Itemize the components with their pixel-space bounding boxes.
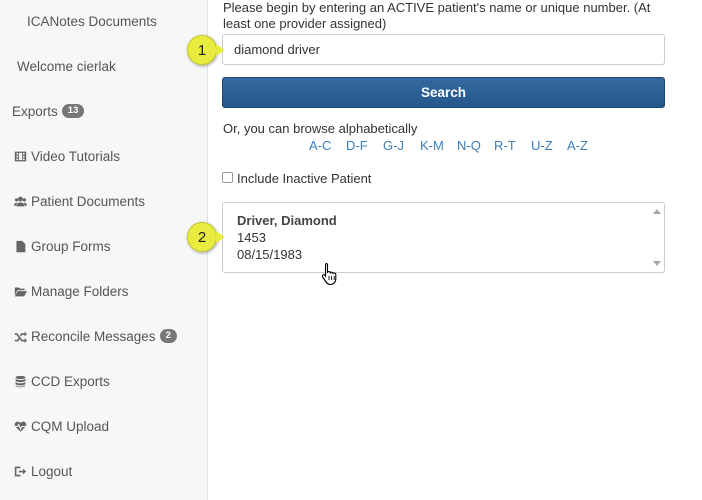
sidebar-item-label: CCD Exports <box>31 373 110 389</box>
search-instructions: Please begin by entering an ACTIVE patie… <box>223 0 651 31</box>
browse-link-g-j[interactable]: G-J <box>383 138 404 153</box>
sidebar-item-icanotes-documents[interactable]: ICANotes Documents <box>27 10 157 32</box>
database-icon <box>12 373 28 389</box>
sidebar-item-label: Reconcile Messages <box>31 328 156 344</box>
reconcile-count-badge: 2 <box>159 329 177 343</box>
exports-count-badge: 13 <box>61 104 85 118</box>
sidebar-item-ccd-exports[interactable]: CCD Exports <box>12 370 110 392</box>
browse-link-u-z[interactable]: U-Z <box>531 138 553 153</box>
browse-link-n-q[interactable]: N-Q <box>457 138 481 153</box>
sidebar-item-patient-documents[interactable]: Patient Documents <box>12 190 145 212</box>
sidebar-item-label: Video Tutorials <box>31 148 121 164</box>
sign-out-icon <box>12 463 28 479</box>
browse-link-a-c[interactable]: A-C <box>309 138 331 153</box>
sidebar-item-label: CQM Upload <box>31 418 110 434</box>
sidebar-item-label: Manage Folders <box>31 283 129 299</box>
include-inactive-option[interactable]: Include Inactive Patient <box>222 171 371 186</box>
search-results-list[interactable]: Driver, Diamond 1453 08/15/1983 <box>222 202 665 273</box>
sidebar-item-exports[interactable]: Exports 13 <box>12 100 85 122</box>
heartbeat-icon <box>12 418 28 434</box>
sidebar-item-label: Logout <box>31 463 73 479</box>
patient-search-input[interactable] <box>222 34 665 65</box>
browse-alphabetically-text: Or, you can browse alphabetically <box>223 121 418 136</box>
step-1-callout: 1 <box>187 35 217 65</box>
browse-link-d-f[interactable]: D-F <box>346 138 368 153</box>
include-inactive-checkbox[interactable] <box>222 172 233 183</box>
file-icon <box>12 238 28 254</box>
include-inactive-label: Include Inactive Patient <box>237 171 372 186</box>
scroll-up-arrow-icon[interactable] <box>653 209 661 214</box>
patient-dob: 08/15/1983 <box>237 247 303 262</box>
sidebar: ICANotes Documents Welcome cierlak Expor… <box>0 0 208 500</box>
patient-result-item[interactable]: Driver, Diamond 1453 08/15/1983 <box>237 212 337 263</box>
search-button[interactable]: Search <box>222 77 665 108</box>
sidebar-item-video-tutorials[interactable]: Video Tutorials <box>12 145 120 167</box>
sidebar-item-label: Exports <box>12 103 58 119</box>
browse-link-r-t[interactable]: R-T <box>494 138 516 153</box>
folder-open-icon <box>12 283 28 299</box>
step-2-callout-pointer <box>216 231 225 243</box>
shuffle-icon <box>12 328 28 344</box>
sidebar-item-group-forms[interactable]: Group Forms <box>12 235 111 257</box>
step-2-callout: 2 <box>187 222 217 252</box>
main-panel: Please begin by entering an ACTIVE patie… <box>209 0 702 500</box>
scroll-down-arrow-icon[interactable] <box>653 261 661 266</box>
step-1-callout-pointer <box>216 44 225 56</box>
patient-name: Driver, Diamond <box>237 213 337 228</box>
sidebar-item-cqm-upload[interactable]: CQM Upload <box>12 415 109 437</box>
sidebar-item-label: Welcome cierlak <box>17 58 116 74</box>
sidebar-item-welcome: Welcome cierlak <box>17 55 116 77</box>
browse-link-k-m[interactable]: K-M <box>420 138 444 153</box>
sidebar-item-reconcile-messages[interactable]: Reconcile Messages 2 <box>12 325 177 347</box>
sidebar-item-label: Group Forms <box>31 238 111 254</box>
sidebar-item-manage-folders[interactable]: Manage Folders <box>12 280 129 302</box>
film-icon <box>12 148 28 164</box>
sidebar-item-logout[interactable]: Logout <box>12 460 72 482</box>
sidebar-item-label: ICANotes Documents <box>27 13 157 29</box>
users-icon <box>12 193 28 209</box>
hand-pointer-cursor-icon <box>321 262 337 286</box>
browse-link-a-z[interactable]: A-Z <box>567 138 588 153</box>
sidebar-item-label: Patient Documents <box>31 193 146 209</box>
patient-number: 1453 <box>237 230 266 245</box>
